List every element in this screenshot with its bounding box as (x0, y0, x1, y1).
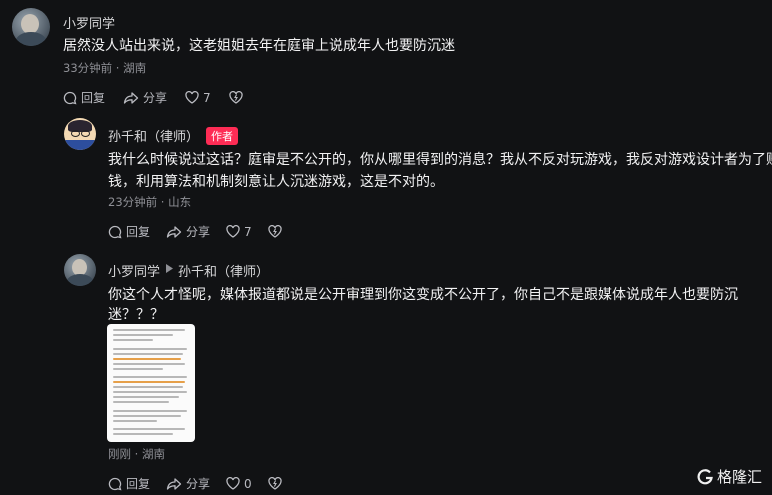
reply-label: 回复 (81, 91, 106, 105)
share-label: 分享 (143, 91, 168, 105)
avatar-xiaoluo[interactable] (12, 8, 50, 46)
comment-actions: 回复 分享 0 (108, 475, 282, 492)
watermark: 格隆汇 (697, 466, 762, 487)
like-button[interactable]: 7 (226, 225, 252, 239)
like-count: 7 (203, 90, 211, 105)
dislike-heart-icon (268, 477, 282, 490)
share-button[interactable]: 分享 (166, 223, 210, 240)
dislike-button[interactable] (268, 225, 282, 238)
heart-icon (226, 477, 240, 490)
dislike-heart-icon (268, 225, 282, 238)
watermark-text: 格隆汇 (717, 468, 763, 486)
share-icon (166, 225, 182, 238)
reply-button[interactable]: 回复 (108, 475, 150, 492)
reply-label: 回复 (126, 477, 151, 491)
caret-right-icon (166, 264, 173, 273)
comment-text-line2: 钱，利用算法和机制刻意让人沉迷游戏，这是不对的。 (108, 174, 444, 190)
share-label: 分享 (186, 225, 211, 239)
like-button[interactable]: 7 (185, 91, 211, 105)
comment-meta: 23分钟前 · 山东 (108, 195, 192, 209)
avatar-xiaoluo[interactable] (64, 254, 96, 286)
like-count: 7 (244, 224, 252, 239)
attached-image[interactable] (107, 324, 195, 442)
reply-button[interactable]: 回复 (63, 89, 105, 106)
comment-icon (108, 225, 122, 238)
share-label: 分享 (186, 477, 211, 491)
reply-label: 回复 (126, 225, 151, 239)
comment-meta: 33分钟前 · 湖南 (63, 61, 147, 75)
comment-actions: 回复 分享 7 (63, 89, 243, 106)
like-count: 0 (244, 476, 252, 491)
like-button[interactable]: 0 (226, 477, 252, 491)
comment-text: 居然没人站出来说，这老姐姐去年在庭审上说成年人也要防沉迷 (63, 38, 455, 54)
share-button[interactable]: 分享 (123, 89, 167, 106)
heart-icon (185, 91, 199, 104)
comment-username[interactable]: 小罗同学 (63, 13, 115, 32)
comment-text-line1: 我什么时候说过这话？庭审是不公开的，你从哪里得到的消息？我从不反对玩游戏，我反对… (108, 152, 772, 168)
dislike-button[interactable] (229, 91, 243, 104)
comment-username[interactable]: 孙千和（律师） (108, 126, 199, 145)
author-badge: 作者 (206, 127, 238, 145)
comment-icon (63, 91, 77, 104)
dislike-heart-icon (229, 91, 243, 104)
gelonghui-logo-icon (697, 468, 713, 484)
comment-meta: 刚刚 · 湖南 (108, 447, 165, 461)
share-icon (123, 91, 139, 104)
share-button[interactable]: 分享 (166, 475, 210, 492)
reply-button[interactable]: 回复 (108, 223, 150, 240)
dislike-button[interactable] (268, 477, 282, 490)
comment-icon (108, 477, 122, 490)
comment-actions: 回复 分享 7 (108, 223, 282, 240)
comment-username[interactable]: 小罗同学 (108, 261, 160, 280)
share-icon (166, 477, 182, 490)
reply-to-username[interactable]: 孙千和（律师） (178, 261, 269, 280)
avatar-author[interactable] (64, 118, 96, 150)
comment-text-line2: 迷？？？ (108, 307, 164, 323)
heart-icon (226, 225, 240, 238)
comment-text-line1: 你这个人才怪呢，媒体报道都说是公开审理到你这变成不公开了，你自己不是跟媒体说成年… (108, 287, 738, 303)
